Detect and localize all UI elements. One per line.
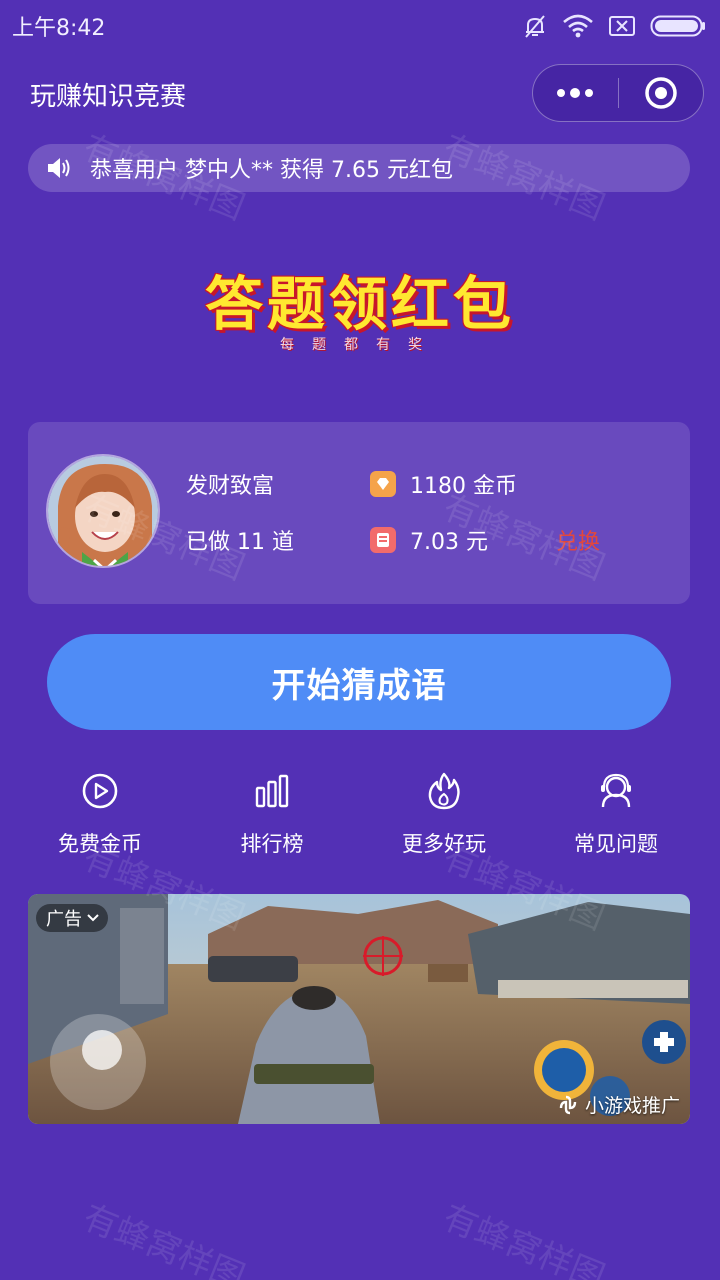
wifi-icon	[563, 14, 593, 38]
nav-more-fun-label: 更多好玩	[402, 832, 486, 856]
ad-label[interactable]: 广告	[36, 904, 108, 932]
questions-done: 已做 11 道	[186, 530, 294, 555]
nav-faq[interactable]: 常见问题	[531, 766, 701, 866]
coin-value: 1180 金币	[410, 474, 517, 499]
quick-nav: 免费金币 排行榜 更多好玩 常见问题	[0, 766, 720, 866]
ad-source-text: 小游戏推广	[584, 1095, 680, 1117]
status-bar: 上午8:42	[0, 0, 720, 52]
nav-leaderboard[interactable]: 排行榜	[187, 766, 357, 866]
watermark: 有蜂窝样图	[77, 1197, 250, 1280]
sim-disabled-icon	[609, 16, 635, 36]
nav-more-fun[interactable]: 更多好玩	[359, 766, 529, 866]
ad-source: 小游戏推广	[557, 1091, 680, 1118]
avatar[interactable]	[46, 454, 160, 568]
mute-bell-icon	[525, 15, 545, 38]
winner-notice-bar: 恭喜用户 梦中人** 获得 7.65 元红包	[28, 144, 690, 192]
exchange-link[interactable]: 兑换	[556, 524, 600, 556]
bar-chart-icon	[255, 766, 289, 816]
banner-logo: 答题领红包 每题都有奖	[0, 270, 720, 354]
avatar-image	[48, 456, 158, 566]
winner-notice-text: 恭喜用户 梦中人** 获得 7.65 元红包	[90, 158, 453, 183]
start-idiom-button[interactable]: 开始猜成语	[47, 634, 671, 730]
more-button[interactable]	[533, 64, 618, 122]
ad-label-text: 广告	[46, 909, 82, 930]
support-person-icon	[598, 766, 634, 816]
speaker-icon	[48, 158, 70, 178]
battery-icon	[650, 15, 705, 37]
mini-program-capsule	[532, 64, 704, 122]
nav-free-coins-label: 免费金币	[58, 832, 142, 856]
user-name: 发财致富	[186, 474, 275, 499]
cash-value: 7.03 元	[410, 530, 488, 555]
status-icons	[522, 13, 706, 39]
nav-leaderboard-label: 排行榜	[240, 832, 304, 856]
chevron-down-icon	[87, 914, 99, 922]
coin-icon	[370, 471, 396, 497]
ad-game-screenshot	[28, 894, 690, 1124]
coin-balance: 1180 金币	[370, 468, 517, 500]
red-packet-icon	[370, 527, 396, 553]
close-mini-program-button[interactable]	[619, 64, 704, 122]
more-dots-icon	[557, 88, 594, 98]
cash-balance: 7.03 元	[370, 524, 488, 556]
banner-title: 答题领红包	[204, 270, 515, 338]
mini-program-icon	[559, 1095, 577, 1114]
app-title: 玩赚知识竞赛	[30, 82, 187, 112]
user-info-card: 发财致富 已做 11 道 1180 金币 7.03 元 兑换	[28, 422, 690, 604]
banner-subtitle: 每题都有奖	[280, 337, 440, 353]
nav-faq-label: 常见问题	[574, 832, 658, 856]
title-bar: 玩赚知识竞赛	[0, 62, 720, 126]
play-circle-icon	[81, 766, 119, 816]
watermark: 有蜂窝样图	[437, 1197, 610, 1280]
status-time: 上午8:42	[12, 16, 106, 41]
nav-free-coins[interactable]: 免费金币	[15, 766, 185, 866]
flame-icon	[427, 766, 461, 816]
target-circle-icon	[645, 77, 677, 109]
ad-banner[interactable]: 广告 小游戏推广	[28, 894, 690, 1124]
